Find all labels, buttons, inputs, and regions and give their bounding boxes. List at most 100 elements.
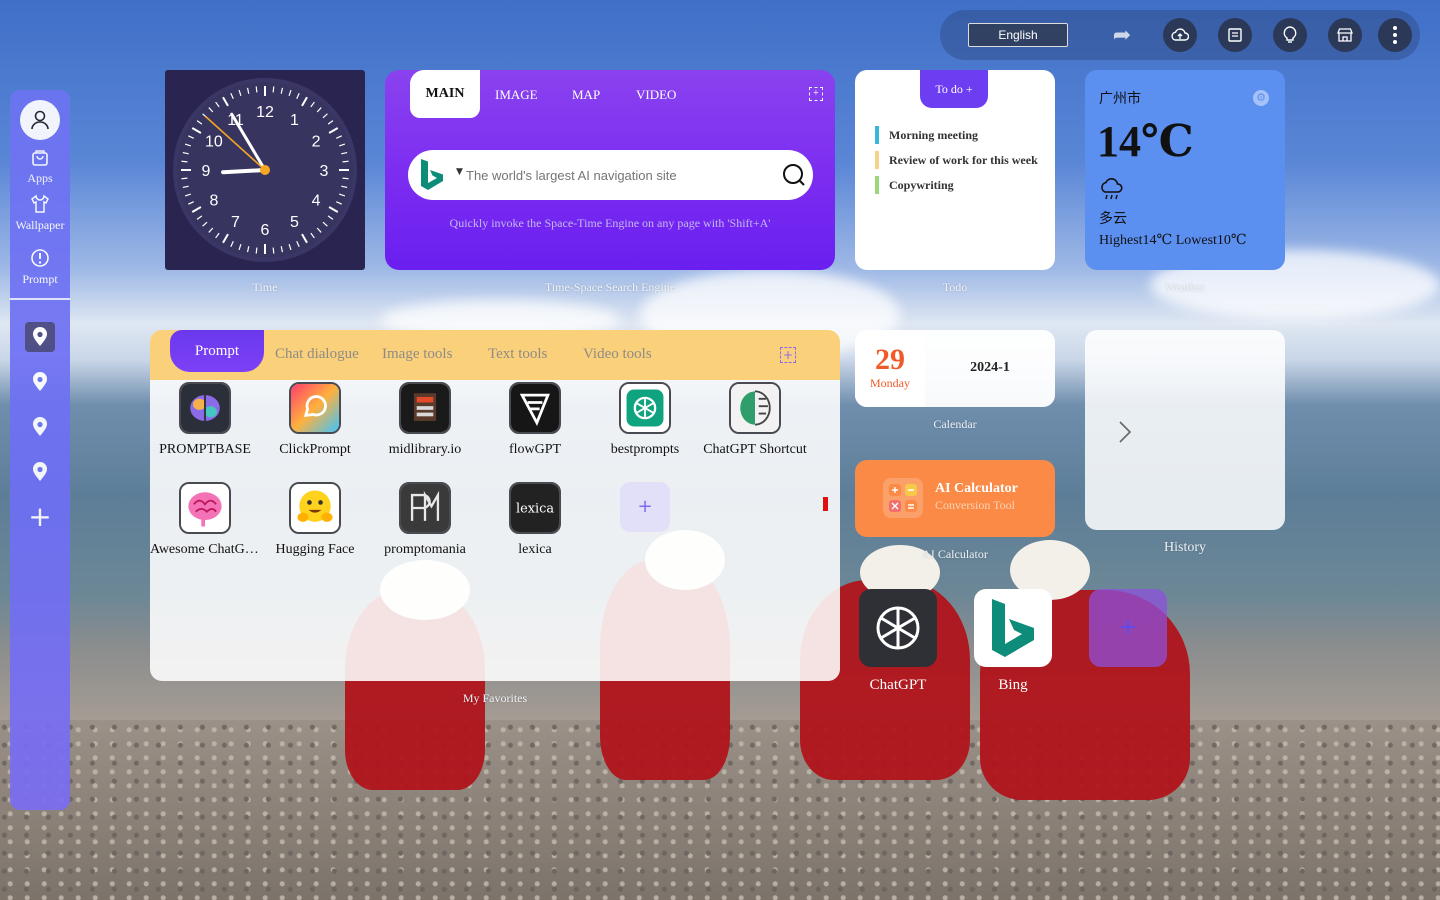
weather-city: 广州市	[1099, 91, 1141, 107]
search-hint: Quickly invoke the Space-Time Engine on …	[449, 216, 771, 230]
clock-number: 4	[312, 193, 321, 210]
clock-tick	[272, 247, 275, 254]
clock-number: 9	[202, 163, 211, 180]
add-app-button[interactable]: +	[590, 482, 700, 532]
share-icon[interactable]: ➦	[1108, 22, 1136, 48]
calculator-title: AI Calculator	[935, 481, 1018, 496]
tab-video[interactable]: VIDEO	[636, 87, 676, 103]
promptbase-icon	[179, 382, 231, 434]
todo-item[interactable]: Morning meeting	[875, 126, 1047, 144]
dock-chatgpt-label: ChatGPT	[869, 677, 927, 693]
chevron-right-icon[interactable]	[1117, 420, 1133, 444]
sidebar-item-label: Apps	[27, 171, 53, 185]
add-tab-button[interactable]: +	[780, 347, 796, 363]
clock-tick	[255, 247, 258, 254]
weather-range: Highest14℃ Lowest10℃	[1099, 233, 1247, 248]
expand-icon[interactable]: +	[809, 87, 823, 101]
tab-image[interactable]: IMAGE	[495, 87, 538, 103]
app-chatgpt-shortcut[interactable]: ChatGPT Shortcut	[700, 382, 810, 458]
tab-video-tools[interactable]: Video tools	[583, 346, 652, 363]
app-flowgpt[interactable]: flowGPT	[480, 382, 590, 458]
app-hugging-face[interactable]: Hugging Face	[260, 482, 370, 558]
weather-widget[interactable]: 广州市 ⚙ 14℃ 多云 Highest14℃ Lowest10℃	[1085, 70, 1285, 270]
bing-icon[interactable]	[418, 158, 448, 194]
favorites-label: My Favorites	[462, 691, 528, 705]
ai-calculator-widget[interactable]: AI Calculator Conversion Tool	[855, 460, 1055, 537]
dock-add-button[interactable]: +	[1089, 589, 1167, 667]
tab-image-tools[interactable]: Image tools	[382, 346, 452, 363]
add-page-button[interactable]: +	[25, 502, 55, 532]
location-pin-icon	[33, 327, 47, 346]
language-button[interactable]: English	[968, 23, 1068, 47]
clock-number: 8	[209, 193, 218, 210]
tab-text-tools[interactable]: Text tools	[488, 346, 547, 363]
sidebar-item-label: Wallpaper	[15, 218, 65, 232]
weather-temperature: 14℃	[1097, 117, 1194, 166]
clock-tick	[181, 177, 188, 180]
sidebar-item-label: Prompt	[22, 272, 58, 286]
calendar-widget[interactable]: 29 Monday 2024-1	[855, 330, 1055, 407]
scroll-indicator	[823, 497, 828, 511]
alert-circle-icon	[31, 249, 49, 267]
clock-number: 2	[312, 134, 321, 151]
more-vertical-icon[interactable]	[1378, 18, 1412, 52]
tab-main[interactable]: MAIN	[410, 70, 480, 118]
clock-hour-hand	[221, 168, 267, 175]
chatgpt-shortcut-icon	[729, 382, 781, 434]
sidebar-page-1[interactable]	[25, 322, 55, 352]
search-icon[interactable]	[782, 163, 806, 187]
app-promptomania[interactable]: promptomania	[370, 482, 480, 558]
location-pin-icon	[33, 462, 47, 481]
chatgpt-icon	[876, 606, 920, 650]
cloud-upload-icon[interactable]	[1163, 18, 1197, 52]
history-widget[interactable]	[1085, 330, 1285, 530]
app-clickprompt[interactable]: ClickPrompt	[260, 382, 370, 458]
weather-label: Weather	[1165, 280, 1205, 294]
sidebar-page-2[interactable]	[25, 367, 55, 397]
dock-bing[interactable]	[974, 589, 1052, 667]
app-bestprompts[interactable]: bestprompts	[590, 382, 700, 458]
search-input[interactable]	[466, 164, 766, 186]
bestprompts-icon	[619, 382, 671, 434]
sidebar-item-apps[interactable]: Apps	[10, 147, 70, 186]
shirt-icon	[31, 194, 49, 213]
calculator-label: AI Calculator	[922, 547, 988, 561]
tab-chat-dialogue[interactable]: Chat dialogue	[275, 346, 359, 363]
app-midlibrary[interactable]: midlibrary.io	[370, 382, 480, 458]
calculator-subtitle: Conversion Tool	[935, 498, 1015, 512]
dock-chatgpt[interactable]	[859, 589, 937, 667]
sidebar-page-4[interactable]	[25, 457, 55, 487]
app-awesome-chatgpt[interactable]: Awesome ChatGPT Prompts	[150, 482, 260, 558]
favorites-widget: Prompt Chat dialogue Image tools Text to…	[150, 330, 840, 681]
calendar-label: Calendar	[933, 417, 977, 431]
app-promptbase[interactable]: PROMPTBASE	[150, 382, 260, 458]
lightbulb-icon[interactable]	[1273, 18, 1307, 52]
todo-item[interactable]: Copywriting	[875, 176, 1047, 194]
clock-tick	[181, 160, 188, 163]
calendar-weekday: Monday	[870, 376, 910, 390]
clock-label: Time	[252, 280, 278, 294]
todo-label: Todo	[942, 280, 968, 294]
search-widget: MAIN IMAGE MAP VIDEO + ▼ Quickly invoke …	[385, 70, 835, 270]
tab-map[interactable]: MAP	[572, 87, 600, 103]
user-avatar[interactable]	[20, 100, 60, 140]
clock-number: 6	[261, 222, 270, 239]
clock-widget[interactable]: 121234567891011	[165, 70, 365, 270]
app-lexica[interactable]: lexica lexica	[480, 482, 590, 558]
sidebar-item-prompt[interactable]: Prompt	[10, 248, 70, 287]
tab-prompt[interactable]: Prompt	[170, 330, 264, 372]
clock-number: 3	[320, 163, 329, 180]
engine-dropdown-icon[interactable]: ▼	[456, 167, 463, 177]
store-icon[interactable]	[1328, 18, 1362, 52]
top-toolbar: English ➦	[940, 10, 1420, 60]
location-pin-icon	[33, 417, 47, 436]
todo-item[interactable]: Review of work for this week	[875, 151, 1047, 169]
rain-cloud-icon	[1101, 178, 1123, 200]
add-todo-button[interactable]: To do +	[920, 70, 988, 108]
settings-icon[interactable]: ⚙	[1253, 90, 1269, 106]
promptomania-icon	[399, 482, 451, 534]
note-icon[interactable]	[1218, 18, 1252, 52]
user-icon	[31, 110, 49, 130]
sidebar-item-wallpaper[interactable]: Wallpaper	[10, 194, 70, 233]
sidebar-page-3[interactable]	[25, 412, 55, 442]
